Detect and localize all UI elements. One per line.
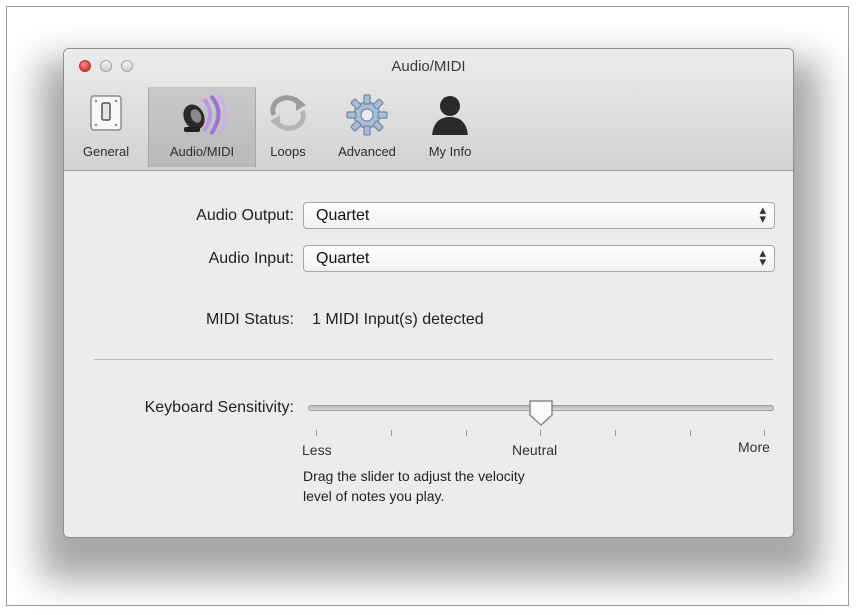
slider-help-text: Drag the slider to adjust the velocity l… (303, 466, 623, 506)
person-icon (430, 93, 470, 140)
tab-advanced-label: Advanced (338, 144, 396, 159)
slider-tick (764, 430, 765, 436)
section-divider (94, 359, 773, 360)
tab-audio-midi-label: Audio/MIDI (169, 144, 235, 159)
tab-general[interactable]: General (72, 87, 140, 167)
tab-loops[interactable]: Loops (260, 87, 316, 167)
help-line-2: level of notes you play. (303, 488, 445, 504)
slider-label-less: Less (302, 442, 332, 458)
tab-audio-midi[interactable]: Audio/MIDI (148, 87, 256, 167)
preferences-window: Audio/MIDI General Audio/MIDI Loops Adva… (63, 48, 794, 538)
audio-output-select[interactable]: Quartet ▴ ▾ (303, 202, 775, 229)
midi-status-label: MIDI Status: (205, 311, 294, 328)
audio-output-label: Audio Output: (196, 207, 294, 224)
slider-tick (540, 430, 541, 436)
gear-icon (345, 93, 389, 140)
midi-status-value: 1 MIDI Input(s) detected (312, 311, 484, 328)
slider-label-neutral: Neutral (512, 442, 558, 458)
window-title: Audio/MIDI (391, 58, 466, 75)
slider-tick (391, 430, 392, 436)
audio-input-value: Quartet (316, 250, 370, 267)
slider-tick (690, 430, 691, 436)
audio-input-label: Audio Input: (208, 250, 294, 267)
slider-tick (466, 430, 467, 436)
slider-tick (615, 430, 616, 436)
audio-input-select[interactable]: Quartet ▴ ▾ (303, 245, 775, 272)
slider-thumb[interactable] (528, 399, 554, 432)
slider-label-more: More (738, 439, 770, 455)
tab-my-info[interactable]: My Info (416, 87, 484, 167)
tab-my-info-label: My Info (428, 144, 472, 159)
help-line-1: Drag the slider to adjust the velocity (303, 468, 525, 484)
loop-arrows-icon (266, 93, 310, 136)
updown-arrows-icon: ▴ ▾ (759, 202, 766, 226)
tab-general-label: General (82, 144, 130, 159)
audio-output-value: Quartet (316, 207, 370, 224)
tab-loops-label: Loops (270, 144, 306, 159)
slider-tick (316, 430, 317, 436)
toolbar: Audio/MIDI General Audio/MIDI Loops Adva… (64, 49, 793, 171)
switch-icon (88, 93, 124, 136)
updown-arrows-icon: ▴ ▾ (759, 245, 766, 269)
speaker-icon (174, 93, 230, 140)
keyboard-sensitivity-label: Keyboard Sensitivity: (144, 399, 294, 416)
tab-advanced[interactable]: Advanced (324, 87, 410, 167)
